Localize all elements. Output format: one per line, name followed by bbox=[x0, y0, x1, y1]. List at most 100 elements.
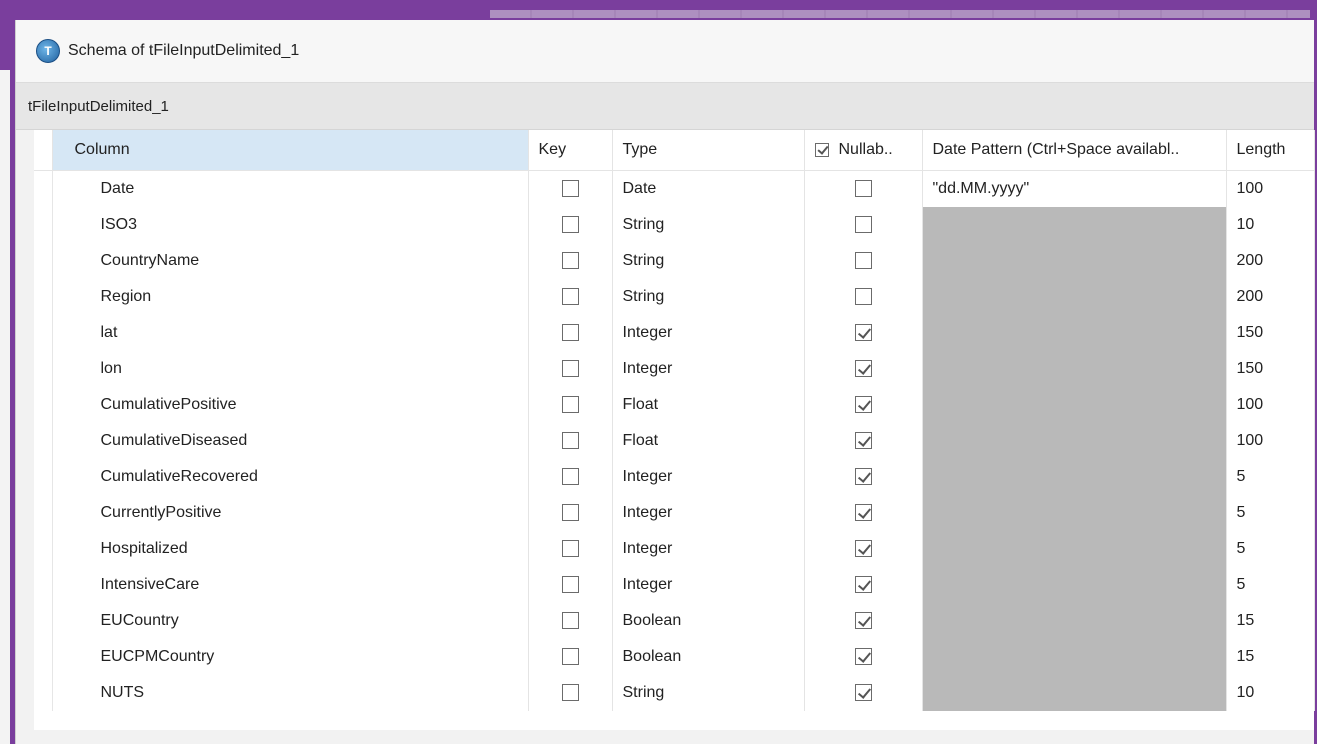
table-row[interactable]: ISO3 String 10 bbox=[34, 207, 1315, 243]
key-checkbox[interactable] bbox=[561, 432, 579, 450]
column-name-cell[interactable]: NUTS bbox=[52, 675, 529, 711]
type-cell[interactable]: Integer bbox=[612, 459, 805, 495]
nullable-checkbox[interactable] bbox=[854, 252, 872, 270]
nullable-cell[interactable] bbox=[804, 459, 923, 495]
key-checkbox[interactable] bbox=[561, 324, 579, 342]
length-cell[interactable]: 100 bbox=[1226, 170, 1315, 207]
type-cell[interactable]: String bbox=[612, 675, 805, 711]
type-cell[interactable]: String bbox=[612, 207, 805, 243]
nullable-cell[interactable] bbox=[804, 387, 923, 423]
nullable-checkbox[interactable] bbox=[854, 504, 872, 522]
length-cell[interactable]: 200 bbox=[1226, 243, 1315, 279]
key-cell[interactable] bbox=[528, 567, 613, 603]
column-name-cell[interactable]: Hospitalized bbox=[52, 531, 529, 567]
nullable-checkbox[interactable] bbox=[854, 468, 872, 486]
type-cell[interactable]: Date bbox=[612, 170, 805, 207]
nullable-cell[interactable] bbox=[804, 243, 923, 279]
table-row[interactable]: CountryName String 200 bbox=[34, 243, 1315, 279]
table-row[interactable]: lat Integer 150 bbox=[34, 315, 1315, 351]
nullable-checkbox[interactable] bbox=[854, 648, 872, 666]
key-cell[interactable] bbox=[528, 170, 613, 207]
key-checkbox[interactable] bbox=[561, 684, 579, 702]
length-cell[interactable]: 100 bbox=[1226, 387, 1315, 423]
nullable-cell[interactable] bbox=[804, 531, 923, 567]
length-cell[interactable]: 10 bbox=[1226, 207, 1315, 243]
type-cell[interactable]: String bbox=[612, 243, 805, 279]
type-cell[interactable]: Integer bbox=[612, 315, 805, 351]
nullable-checkbox[interactable] bbox=[854, 396, 872, 414]
nullable-checkbox[interactable] bbox=[854, 684, 872, 702]
key-checkbox[interactable] bbox=[561, 252, 579, 270]
nullable-cell[interactable] bbox=[804, 170, 923, 207]
key-checkbox[interactable] bbox=[561, 216, 579, 234]
nullable-cell[interactable] bbox=[804, 423, 923, 459]
length-cell[interactable]: 5 bbox=[1226, 567, 1315, 603]
table-row[interactable]: EUCPMCountry Boolean 15 bbox=[34, 639, 1315, 675]
table-row[interactable]: IntensiveCare Integer 5 bbox=[34, 567, 1315, 603]
table-row[interactable]: lon Integer 150 bbox=[34, 351, 1315, 387]
type-cell[interactable]: String bbox=[612, 279, 805, 315]
table-row[interactable]: CurrentlyPositive Integer 5 bbox=[34, 495, 1315, 531]
length-cell[interactable]: 5 bbox=[1226, 531, 1315, 567]
key-cell[interactable] bbox=[528, 675, 613, 711]
nullable-checkbox[interactable] bbox=[854, 216, 872, 234]
nullable-select-all-checkbox[interactable] bbox=[814, 143, 829, 157]
nullable-checkbox[interactable] bbox=[854, 576, 872, 594]
column-name-cell[interactable]: EUCPMCountry bbox=[52, 639, 529, 675]
type-cell[interactable]: Boolean bbox=[612, 603, 805, 639]
nullable-checkbox[interactable] bbox=[854, 432, 872, 450]
column-name-cell[interactable]: Region bbox=[52, 279, 529, 315]
column-header[interactable]: Column bbox=[52, 130, 529, 171]
length-cell[interactable]: 100 bbox=[1226, 423, 1315, 459]
key-checkbox[interactable] bbox=[561, 648, 579, 666]
length-cell[interactable]: 150 bbox=[1226, 315, 1315, 351]
key-cell[interactable] bbox=[528, 243, 613, 279]
key-cell[interactable] bbox=[528, 207, 613, 243]
column-name-cell[interactable]: lon bbox=[52, 351, 529, 387]
type-cell[interactable]: Float bbox=[612, 387, 805, 423]
column-name-cell[interactable]: Date bbox=[52, 170, 529, 207]
length-cell[interactable]: 5 bbox=[1226, 495, 1315, 531]
table-row[interactable]: CumulativeRecovered Integer 5 bbox=[34, 459, 1315, 495]
length-cell[interactable]: 5 bbox=[1226, 459, 1315, 495]
column-name-cell[interactable]: EUCountry bbox=[52, 603, 529, 639]
nullable-cell[interactable] bbox=[804, 279, 923, 315]
key-checkbox[interactable] bbox=[561, 612, 579, 630]
key-cell[interactable] bbox=[528, 459, 613, 495]
key-checkbox[interactable] bbox=[561, 360, 579, 378]
type-header[interactable]: Type bbox=[612, 130, 805, 171]
date-pattern-cell[interactable]: "dd.MM.yyyy" bbox=[922, 170, 1227, 207]
table-row[interactable]: Hospitalized Integer 5 bbox=[34, 531, 1315, 567]
type-cell[interactable]: Integer bbox=[612, 495, 805, 531]
column-name-cell[interactable]: lat bbox=[52, 315, 529, 351]
nullable-cell[interactable] bbox=[804, 639, 923, 675]
nullable-checkbox[interactable] bbox=[854, 360, 872, 378]
nullable-cell[interactable] bbox=[804, 351, 923, 387]
key-cell[interactable] bbox=[528, 387, 613, 423]
key-cell[interactable] bbox=[528, 351, 613, 387]
key-header[interactable]: Key bbox=[528, 130, 613, 171]
nullable-checkbox[interactable] bbox=[854, 540, 872, 558]
key-checkbox[interactable] bbox=[561, 288, 579, 306]
table-row[interactable]: EUCountry Boolean 15 bbox=[34, 603, 1315, 639]
length-cell[interactable]: 15 bbox=[1226, 639, 1315, 675]
key-cell[interactable] bbox=[528, 423, 613, 459]
column-name-cell[interactable]: ISO3 bbox=[52, 207, 529, 243]
column-name-cell[interactable]: CumulativePositive bbox=[52, 387, 529, 423]
table-row[interactable]: CumulativePositive Float 100 bbox=[34, 387, 1315, 423]
column-name-cell[interactable]: CumulativeDiseased bbox=[52, 423, 529, 459]
length-header[interactable]: Length bbox=[1226, 130, 1315, 171]
length-cell[interactable]: 200 bbox=[1226, 279, 1315, 315]
key-checkbox[interactable] bbox=[561, 180, 579, 198]
key-checkbox[interactable] bbox=[561, 540, 579, 558]
nullable-checkbox[interactable] bbox=[854, 612, 872, 630]
key-cell[interactable] bbox=[528, 315, 613, 351]
length-cell[interactable]: 10 bbox=[1226, 675, 1315, 711]
nullable-checkbox[interactable] bbox=[854, 324, 872, 342]
nullable-cell[interactable] bbox=[804, 207, 923, 243]
column-name-cell[interactable]: IntensiveCare bbox=[52, 567, 529, 603]
key-cell[interactable] bbox=[528, 279, 613, 315]
nullable-cell[interactable] bbox=[804, 315, 923, 351]
type-cell[interactable]: Integer bbox=[612, 351, 805, 387]
nullable-cell[interactable] bbox=[804, 495, 923, 531]
